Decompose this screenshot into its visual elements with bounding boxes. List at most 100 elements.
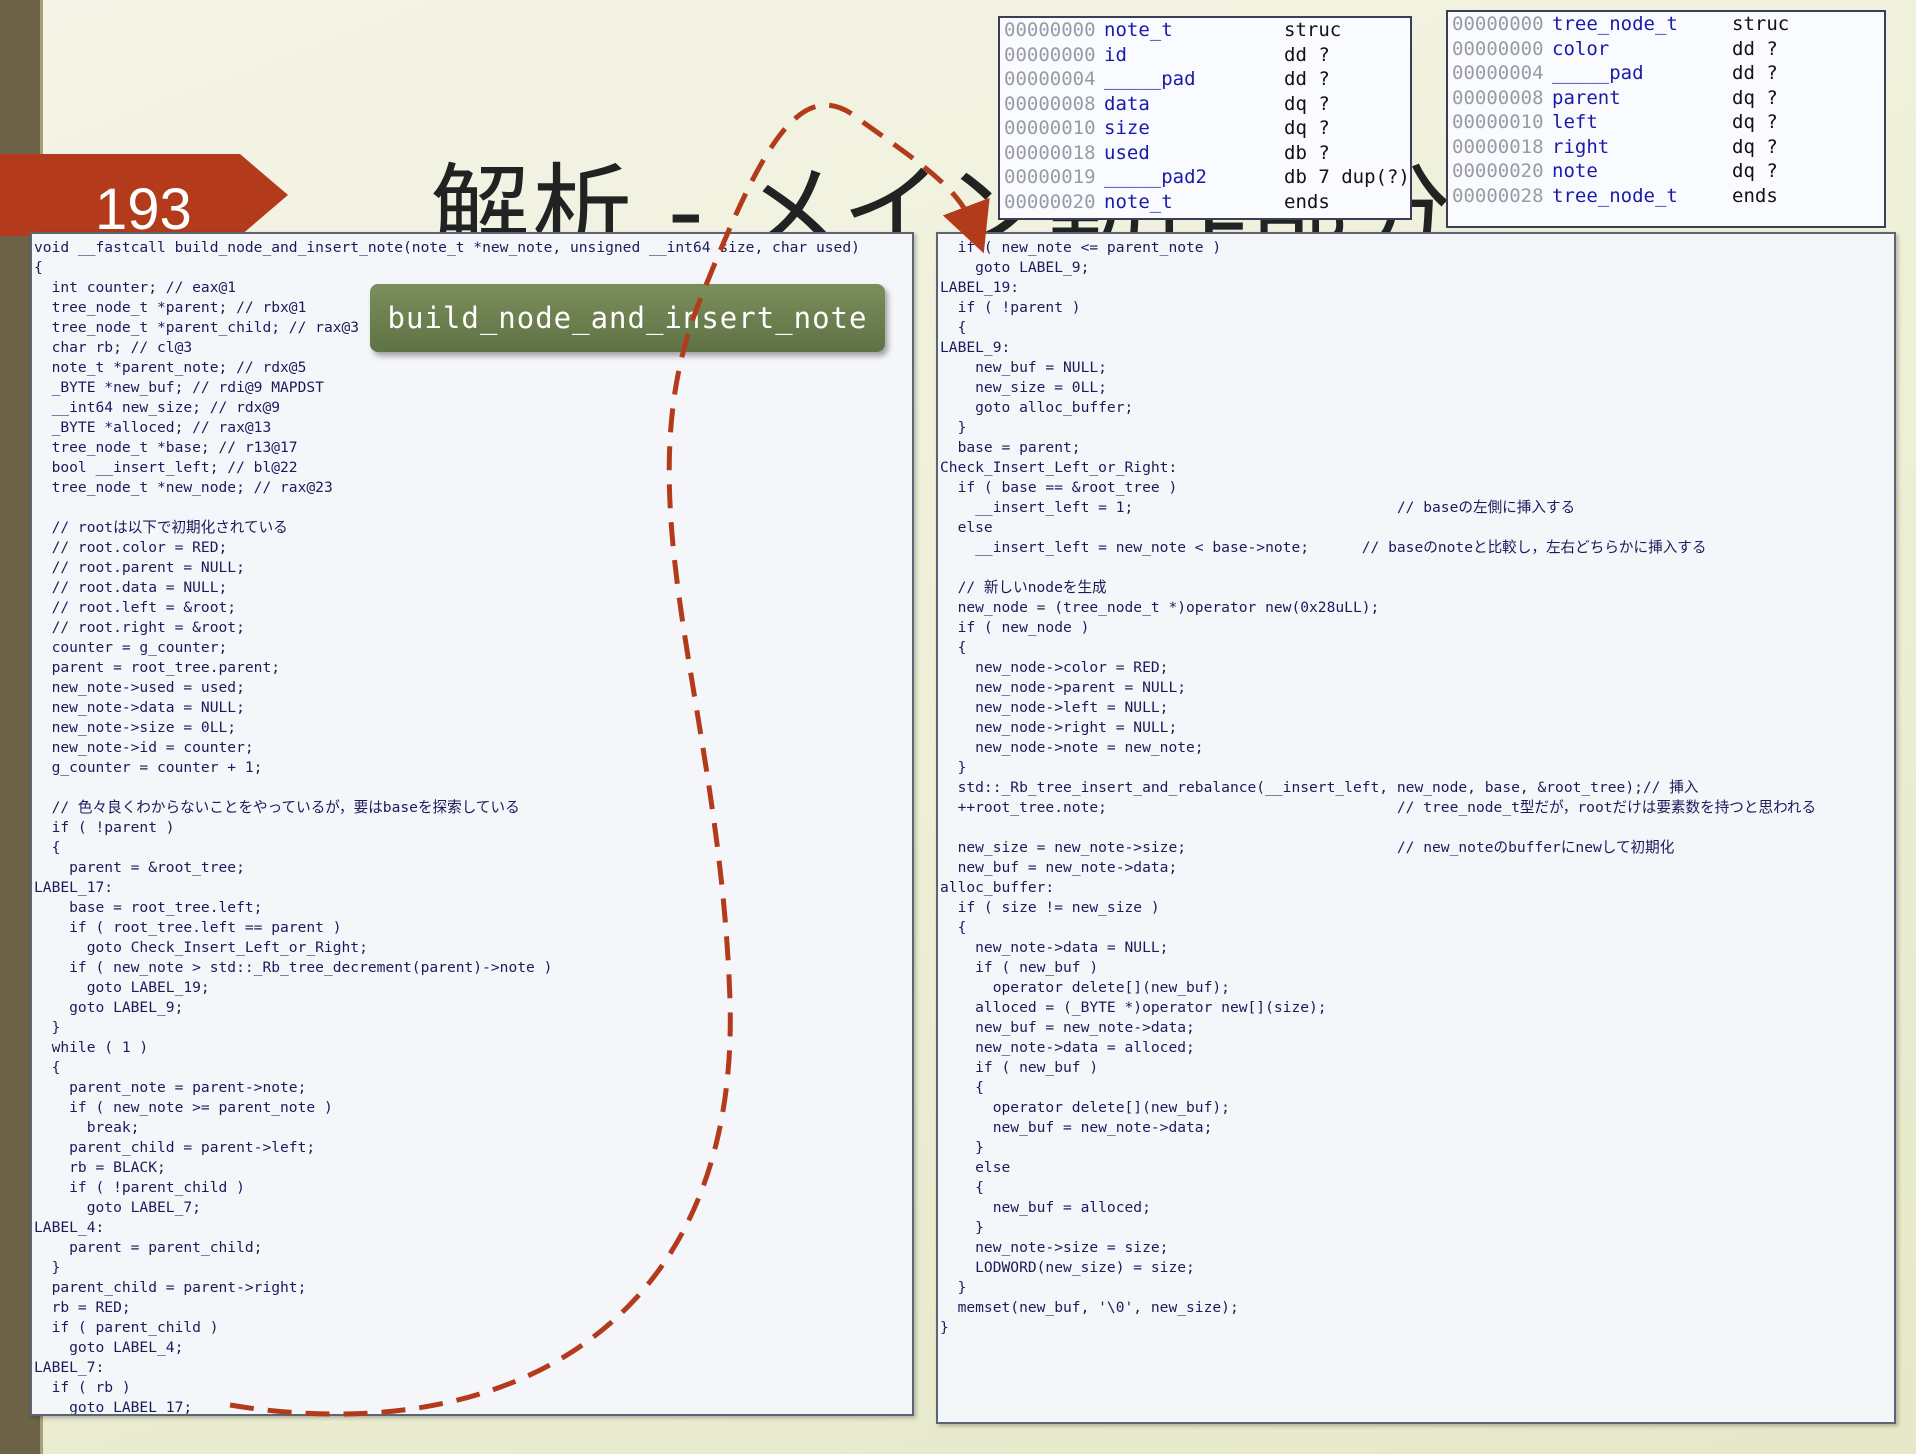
struct-type: ends [1732, 184, 1778, 207]
code-line: if ( new_note > std::_Rb_tree_decrement(… [34, 959, 553, 976]
code-line: { [940, 919, 967, 936]
struct-name: color [1552, 37, 1610, 60]
code-line: new_note->data = NULL; [940, 939, 1169, 956]
code-line: memset(new_buf, '\0', new_size); [940, 1299, 1239, 1316]
code-line: rb = RED; [34, 1299, 131, 1316]
code-line: base = root_tree.left; [34, 899, 263, 916]
struct-row: 00000020 note dq ? [1448, 159, 1884, 184]
struct-name: _____pad [1104, 68, 1196, 90]
struct-offset: 00000000 [1452, 13, 1544, 35]
code-line: __insert_left = new_note < base->note; /… [940, 539, 1707, 556]
struct-row: 00000019 _____pad2 db 7 dup(?) [1000, 165, 1410, 190]
struct-row: 00000004 _____pad dd ? [1448, 61, 1884, 86]
left-code-panel: void __fastcall build_node_and_insert_no… [30, 232, 914, 1416]
code-line: goto LABEL_19; [34, 979, 210, 996]
code-line: LABEL_19: [940, 279, 1020, 296]
code-line: { [940, 1179, 984, 1196]
code-line: } [34, 1019, 61, 1036]
code-line: counter = g_counter; [34, 639, 228, 656]
code-line: } [940, 419, 967, 436]
struct-type: dq ? [1284, 92, 1330, 115]
struct-type: ends [1284, 190, 1330, 213]
code-line: new_note->data = NULL; [34, 699, 245, 716]
struct-row: 00000018 right dq ? [1448, 135, 1884, 160]
code-line: bool __insert_left; // bl@22 [34, 459, 298, 476]
struct-type: dq ? [1732, 111, 1778, 133]
code-line: new_buf = NULL; [940, 359, 1107, 376]
code-line: new_size = new_note->size; // new_noteのb… [940, 839, 1675, 856]
code-line: if ( !parent ) [940, 299, 1081, 316]
code-line: new_buf = alloced; [940, 1199, 1151, 1216]
code-line: { [34, 839, 61, 856]
struct-row: 00000008 data dq ? [1000, 92, 1410, 117]
code-line: parent_child = parent->left; [34, 1139, 316, 1156]
code-line: // root.parent = NULL; [34, 559, 245, 576]
struct-type: dd ? [1284, 68, 1330, 90]
code-line: // root.left = &root; [34, 599, 237, 616]
struct-name: left [1552, 111, 1598, 133]
code-line: // root.right = &root; [34, 619, 245, 636]
code-line: if ( !parent_child ) [34, 1179, 245, 1196]
left-code-listing: void __fastcall build_node_and_insert_no… [32, 234, 912, 1414]
code-line: new_note->data = alloced; [940, 1039, 1195, 1056]
struct-offset: 00000028 [1452, 184, 1544, 207]
code-line: } [940, 1139, 984, 1156]
note-t-struct-box: 00000000 note_t struc 00000000 id dd ? 0000000… [998, 16, 1412, 220]
struct-offset: 00000010 [1004, 117, 1096, 139]
struct-name: data [1104, 92, 1150, 115]
struct-type: dd ? [1284, 43, 1330, 66]
code-line: LABEL_17: [34, 879, 114, 896]
struct-name: tree_node_t [1552, 13, 1678, 35]
struct-type: dq ? [1732, 135, 1778, 158]
code-line: } [34, 1259, 61, 1276]
code-line: goto alloc_buffer; [940, 399, 1134, 416]
struct-row: 00000010 size dq ? [1000, 116, 1410, 141]
code-line: if ( new_note >= parent_note ) [34, 1099, 333, 1116]
code-line: operator delete[](new_buf); [940, 1099, 1230, 1116]
code-line: { [940, 1079, 984, 1096]
code-line: else [940, 1159, 1011, 1176]
code-line: if ( parent_child ) [34, 1319, 219, 1336]
code-line: if ( new_buf ) [940, 959, 1099, 976]
code-line: if ( rb ) [34, 1379, 131, 1396]
struct-type: struc [1284, 19, 1342, 41]
code-line: if ( new_note <= parent_note ) [940, 239, 1222, 256]
code-line: { [34, 259, 43, 276]
code-line: { [940, 639, 967, 656]
code-line: new_node = (tree_node_t *)operator new(0… [940, 599, 1380, 616]
struct-name: note_t [1104, 190, 1173, 213]
struct-row: 00000000 note_t struc [1000, 18, 1410, 43]
code-line: parent = root_tree.parent; [34, 659, 281, 676]
struct-type: db ? [1284, 141, 1330, 164]
struct-offset: 00000020 [1452, 160, 1544, 182]
struct-name: id [1104, 43, 1127, 66]
code-line: tree_node_t *new_node; // rax@23 [34, 479, 333, 496]
code-line: LABEL_9: [940, 339, 1011, 356]
code-line: parent = parent_child; [34, 1239, 263, 1256]
code-line: note_t *parent_note; // rdx@5 [34, 359, 307, 376]
code-line: { [34, 1059, 61, 1076]
struct-offset: 00000018 [1004, 141, 1096, 164]
code-line: g_counter = counter + 1; [34, 759, 263, 776]
struct-type: dq ? [1732, 86, 1778, 109]
struct-offset: 00000004 [1452, 62, 1544, 84]
struct-offset: 00000010 [1452, 111, 1544, 133]
struct-name: size [1104, 117, 1150, 139]
code-line: goto LABEL_7; [34, 1199, 201, 1216]
struct-type: dq ? [1284, 117, 1330, 139]
struct-row: 00000020 note_t ends [1000, 190, 1410, 215]
struct-row: 00000018 used db ? [1000, 141, 1410, 166]
code-line: if ( new_buf ) [940, 1059, 1099, 1076]
code-line: } [940, 759, 967, 776]
right-code-panel: if ( new_note <= parent_note ) goto LABE… [936, 232, 1896, 1424]
code-line: new_buf = new_note->data; [940, 1019, 1195, 1036]
struct-offset: 00000000 [1004, 19, 1096, 41]
struct-name: note_t [1104, 19, 1173, 41]
struct-name: _____pad2 [1104, 166, 1207, 188]
struct-name: _____pad [1552, 62, 1644, 84]
code-line: break; [34, 1119, 140, 1136]
